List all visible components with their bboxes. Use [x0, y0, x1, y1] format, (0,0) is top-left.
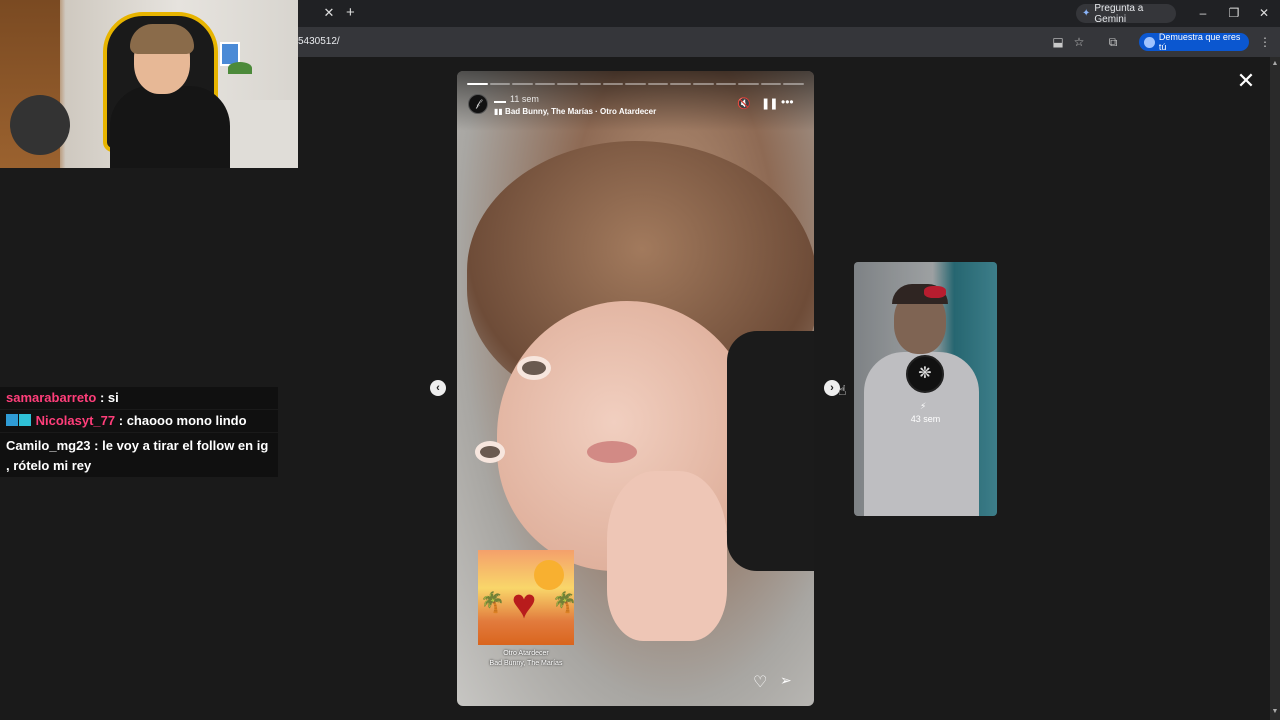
profile-button[interactable]: Demuestra que eres tú — [1139, 32, 1249, 52]
sticker-palm-icon: 🌴 — [480, 592, 505, 614]
scroll-up-icon[interactable]: ▲ — [1270, 60, 1280, 70]
chat-badge-icon — [19, 414, 31, 426]
story-progress-segment — [670, 83, 691, 85]
story-author-username[interactable] — [494, 101, 506, 103]
more-options-icon[interactable]: ••• — [781, 95, 794, 109]
webcam-plush-toy — [10, 95, 70, 155]
previous-story-button[interactable]: ‹ — [430, 380, 446, 396]
gemini-button[interactable]: ✦ Pregunta a Gemini — [1076, 2, 1176, 25]
preview-time-ago: 43 sem — [910, 414, 941, 424]
webcam-streamer — [110, 24, 230, 168]
new-tab-button[interactable]: + — [346, 5, 360, 21]
chat-message: samarabarreto : si — [0, 387, 278, 409]
story-progress-segment — [512, 83, 533, 85]
chat-text: : si — [99, 390, 119, 405]
sticker-palm-icon: 🌴 — [552, 592, 577, 614]
sticker-song-title: Otro Atardecer — [503, 650, 549, 657]
music-sticker-artwork[interactable]: 🌴 🌴 ♥ — [478, 550, 577, 645]
webcam-overlay — [0, 0, 298, 168]
story-author-avatar[interactable]: 𝒻 — [468, 94, 488, 114]
story-progress-segment — [534, 83, 556, 85]
window-close-button[interactable]: ✕ — [1254, 4, 1274, 22]
gemini-label: Pregunta a Gemini — [1094, 2, 1144, 25]
tab-close-icon[interactable]: ✕ — [322, 6, 336, 20]
story-progress-segment — [760, 83, 782, 85]
chat-badge-icon — [6, 414, 18, 426]
story-progress-segment — [467, 83, 488, 85]
story-photo-eye — [517, 356, 551, 380]
sticker-heart-icon: ♥ — [511, 580, 537, 627]
story-progress-segment — [783, 83, 804, 85]
profile-label: Demuestra que eres tú — [1158, 32, 1241, 52]
music-bars-icon: ▮▮ — [494, 107, 503, 116]
address-bar[interactable]: 5430512/ — [298, 36, 340, 47]
preview-author-avatar[interactable]: ❋ — [906, 355, 944, 393]
browser-menu-icon[interactable]: ⋮ — [1257, 34, 1273, 50]
chat-username: samarabarreto — [6, 390, 97, 405]
extensions-icon[interactable]: ⧉ — [1105, 34, 1121, 50]
story-progress-segment — [602, 83, 624, 85]
streamer-body — [110, 86, 230, 168]
bookmark-star-icon[interactable]: ☆ — [1071, 34, 1087, 50]
streamer-hair — [130, 24, 194, 54]
profile-avatar-icon — [1144, 36, 1155, 48]
chat-text: : chaooo mono lindo — [118, 413, 247, 428]
webcam-plant — [228, 62, 252, 74]
story-progress-segment — [580, 83, 601, 85]
story-progress-segment — [647, 83, 669, 85]
close-viewer-button[interactable]: ✕ — [1236, 70, 1256, 92]
story-music-info[interactable]: ▮▮ Bad Bunny, The Marías · Otro Atardece… — [494, 107, 656, 116]
sticker-song-artist: Bad Bunny, The Marías — [489, 660, 563, 667]
story-photo-hand — [607, 471, 727, 641]
install-app-icon[interactable]: ⬓ — [1050, 34, 1066, 50]
chat-username: Nicolasyt_77 — [35, 413, 116, 428]
story-progress-segment — [693, 83, 714, 85]
next-story-preview[interactable]: ❋ ⚡ 43 sem — [854, 262, 997, 516]
pause-icon[interactable]: ❚❚ — [761, 97, 778, 110]
window-minimize-button[interactable]: – — [1193, 4, 1213, 22]
story-music-label: Bad Bunny, The Marías · Otro Atardecer — [505, 107, 657, 116]
share-send-icon[interactable]: ➢ — [780, 672, 792, 689]
story-photo-lips — [587, 441, 637, 463]
chat-message: Nicolasyt_77 : chaooo mono lindo — [0, 410, 278, 432]
story-progress-segment — [625, 83, 646, 85]
hand-cursor-icon: ☝ — [838, 382, 847, 398]
gemini-icon: ✦ — [1082, 8, 1091, 19]
story-progress-segment — [489, 83, 511, 85]
story-photo-eye — [475, 441, 505, 463]
story-time-ago: 11 sem — [510, 94, 539, 104]
like-heart-icon[interactable]: ♡ — [753, 672, 767, 692]
bolt-icon: ⚡ — [920, 401, 927, 411]
story-progress-segment — [738, 83, 759, 85]
scroll-down-icon[interactable]: ▼ — [1270, 708, 1280, 718]
chat-message: Camilo_mg23 : le voy a tirar el follow e… — [0, 433, 278, 477]
scrollbar[interactable] — [1270, 57, 1280, 720]
window-restore-button[interactable]: ❐ — [1224, 4, 1244, 22]
story-photo-shirt — [727, 331, 814, 571]
story-media[interactable]: 𝒻 11 sem ▮▮ Bad Bunny, The Marías · Otro… — [457, 71, 814, 706]
story-progress-segment — [715, 83, 737, 85]
story-progress-segment — [557, 83, 578, 85]
mute-icon[interactable]: 🔇 — [737, 97, 751, 110]
chat-username: Camilo_mg23 — [6, 438, 91, 453]
